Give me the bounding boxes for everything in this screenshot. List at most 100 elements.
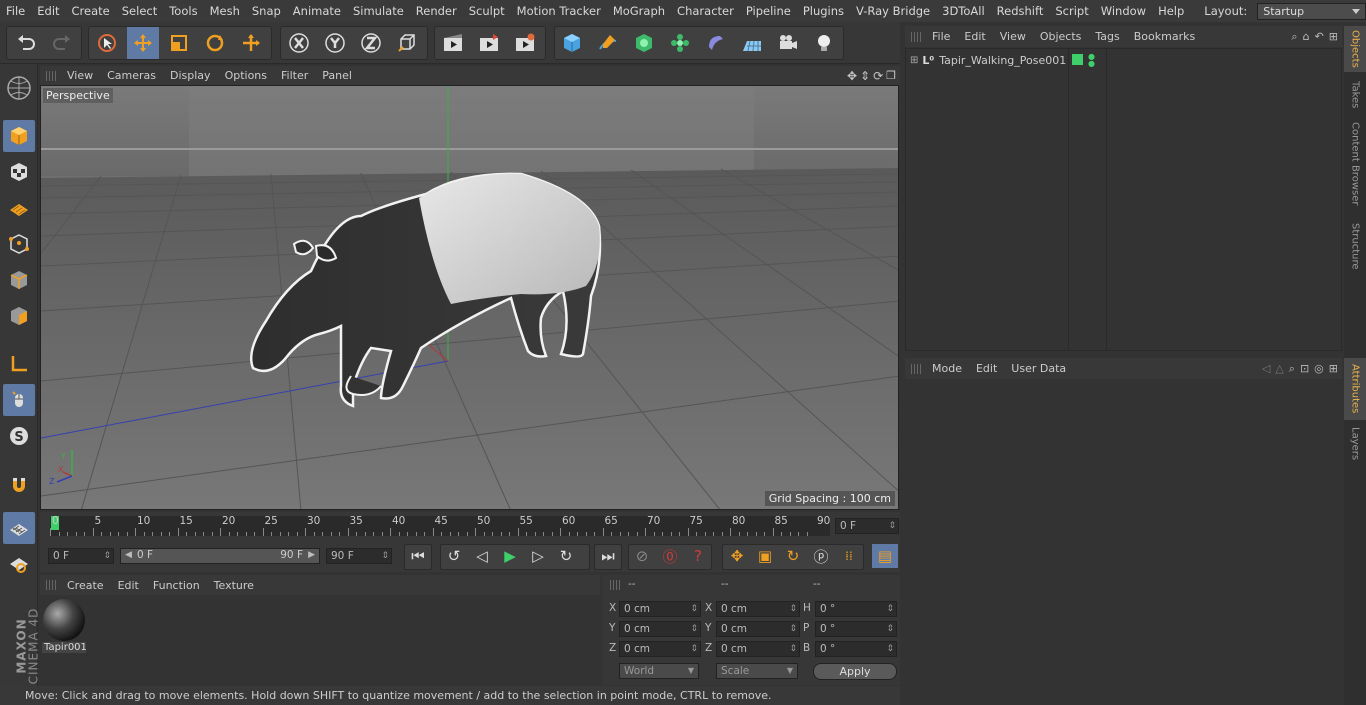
objects-new-window-icon[interactable]: ⊞ bbox=[1329, 30, 1338, 44]
pen-spline-icon[interactable] bbox=[592, 27, 624, 59]
coord-size-x-field[interactable]: 0 cm bbox=[716, 601, 800, 617]
menu-redshift[interactable]: Redshift bbox=[991, 0, 1050, 22]
light-icon[interactable] bbox=[808, 27, 840, 59]
menu-script[interactable]: Script bbox=[1049, 0, 1094, 22]
floor-icon[interactable] bbox=[736, 27, 768, 59]
next-frame-icon[interactable]: ▷ bbox=[525, 544, 551, 568]
locked-workplane-icon[interactable] bbox=[3, 548, 35, 580]
deformer-icon[interactable] bbox=[700, 27, 732, 59]
menu-mograph[interactable]: MoGraph bbox=[607, 0, 671, 22]
render-picture-viewer-icon[interactable] bbox=[473, 27, 505, 59]
tab-attributes[interactable]: Attributes bbox=[1344, 358, 1366, 420]
enable-snap-grid-icon[interactable] bbox=[3, 512, 35, 544]
move-icon[interactable] bbox=[127, 27, 159, 59]
viewport-menu-display[interactable]: Display bbox=[163, 69, 218, 82]
tab-content-browser[interactable]: Content Browser bbox=[1344, 118, 1366, 210]
record-active-objects-icon[interactable]: ⊘ bbox=[629, 544, 655, 568]
attributes-up-icon[interactable]: △ bbox=[1275, 362, 1283, 376]
objects-home-icon[interactable]: ⌂ bbox=[1303, 30, 1310, 44]
attributes-new-window-icon[interactable]: ⊞ bbox=[1329, 362, 1338, 376]
cube-primitive-icon[interactable] bbox=[556, 27, 588, 59]
rotate-icon[interactable] bbox=[199, 27, 231, 59]
tab-objects[interactable]: Objects bbox=[1344, 26, 1366, 72]
menu-window[interactable]: Window bbox=[1095, 0, 1152, 22]
go-to-end-icon[interactable]: ⏭ bbox=[595, 544, 621, 568]
end-frame-field[interactable]: 90 F bbox=[326, 548, 392, 564]
subdivision-surface-icon[interactable] bbox=[628, 27, 660, 59]
record-position-icon[interactable]: ✥ bbox=[724, 544, 750, 568]
render-view-icon[interactable] bbox=[437, 27, 469, 59]
coord-rot-h-field[interactable]: 0 ° bbox=[815, 601, 897, 617]
next-keyframe-icon[interactable]: ↻ bbox=[553, 544, 579, 568]
y-axis-lock-icon[interactable] bbox=[319, 27, 351, 59]
undo-icon[interactable] bbox=[10, 27, 42, 59]
objects-menu-edit[interactable]: Edit bbox=[957, 30, 992, 43]
viewport-maximize-icon[interactable]: ❐ bbox=[886, 69, 896, 83]
objects-menu-objects[interactable]: Objects bbox=[1033, 30, 1089, 43]
material-menu-create[interactable]: Create bbox=[60, 579, 111, 592]
objects-search-icon[interactable]: ⌕ bbox=[1291, 30, 1297, 44]
attributes-back-icon[interactable]: ◁ bbox=[1262, 362, 1270, 376]
material-drag-handle[interactable] bbox=[46, 580, 56, 590]
attributes-target-icon[interactable]: ◎ bbox=[1314, 362, 1324, 376]
perspective-viewport[interactable]: Y X Z Perspective Grid Spacing : 100 cm bbox=[40, 85, 899, 510]
object-row[interactable]: ⊞ L⁰ Tapir_Walking_Pose001 ● ● bbox=[906, 51, 1106, 69]
attributes-menu-user-data[interactable]: User Data bbox=[1004, 362, 1073, 375]
menu-render[interactable]: Render bbox=[410, 0, 463, 22]
previous-keyframe-icon[interactable]: ↺ bbox=[441, 544, 467, 568]
coord-size-y-field[interactable]: 0 cm bbox=[716, 621, 800, 637]
menu-vray-bridge[interactable]: V-Ray Bridge bbox=[850, 0, 936, 22]
scale-icon[interactable] bbox=[163, 27, 195, 59]
menu-3dtoall[interactable]: 3DToAll bbox=[936, 0, 991, 22]
preview-range-slider[interactable]: ◀ 0 F 90 F ▶ bbox=[120, 548, 320, 564]
tweak-mode-icon[interactable] bbox=[3, 384, 35, 416]
menu-sculpt[interactable]: Sculpt bbox=[463, 0, 511, 22]
menu-animate[interactable]: Animate bbox=[287, 0, 347, 22]
camera-label[interactable]: Perspective bbox=[43, 88, 113, 103]
record-rotation-icon[interactable]: ↻ bbox=[780, 544, 806, 568]
attributes-menu-mode[interactable]: Mode bbox=[925, 362, 969, 375]
material-menu-texture[interactable]: Texture bbox=[207, 579, 261, 592]
play-forward-icon[interactable]: ▶ bbox=[497, 544, 523, 568]
coord-pos-z-field[interactable]: 0 cm bbox=[619, 641, 701, 657]
viewport-menu-view[interactable]: View bbox=[60, 69, 100, 82]
menu-plugins[interactable]: Plugins bbox=[797, 0, 850, 22]
redo-icon[interactable] bbox=[46, 27, 78, 59]
viewport-drag-handle[interactable] bbox=[46, 70, 56, 81]
solo-icon[interactable]: S bbox=[3, 420, 35, 452]
tab-structure[interactable]: Structure bbox=[1344, 216, 1366, 276]
keyframe-selection-icon[interactable]: ? bbox=[685, 544, 711, 568]
material-swatch[interactable]: Tapir001 bbox=[42, 598, 87, 656]
coord-system-select[interactable]: World ▼ bbox=[619, 663, 699, 679]
live-selection-icon[interactable] bbox=[91, 27, 123, 59]
z-axis-lock-icon[interactable] bbox=[355, 27, 387, 59]
object-manager-drag-handle[interactable] bbox=[911, 31, 921, 42]
menu-help[interactable]: Help bbox=[1152, 0, 1190, 22]
visibility-dots[interactable]: ● ● bbox=[1088, 53, 1095, 68]
menu-select[interactable]: Select bbox=[116, 0, 163, 22]
axis-mode-icon[interactable] bbox=[3, 348, 35, 380]
material-menu-function[interactable]: Function bbox=[146, 579, 207, 592]
viewport-pan-icon[interactable]: ✥ bbox=[847, 69, 857, 83]
autokeying-icon[interactable]: ⓪ bbox=[657, 544, 683, 568]
edges-mode-icon[interactable] bbox=[3, 264, 35, 296]
x-axis-lock-icon[interactable] bbox=[283, 27, 315, 59]
object-name[interactable]: Tapir_Walking_Pose001 bbox=[939, 54, 1066, 67]
viewport-menu-options[interactable]: Options bbox=[218, 69, 274, 82]
viewport-menu-cameras[interactable]: Cameras bbox=[100, 69, 163, 82]
record-parameter-icon[interactable]: ⓟ bbox=[808, 544, 834, 568]
cloner-icon[interactable] bbox=[664, 27, 696, 59]
attributes-search-icon[interactable]: ⌕ bbox=[1289, 362, 1295, 376]
viewport-dolly-icon[interactable]: ⇕ bbox=[860, 69, 870, 83]
coord-drag-handle[interactable] bbox=[610, 580, 620, 590]
coord-size-mode-select[interactable]: Scale ▼ bbox=[716, 663, 798, 679]
previous-frame-icon[interactable]: ◁ bbox=[469, 544, 495, 568]
polygons-mode-icon[interactable] bbox=[3, 300, 35, 332]
record-point-level-icon[interactable]: ⁞⁞ bbox=[836, 544, 862, 568]
coordinate-system-icon[interactable] bbox=[391, 27, 423, 59]
render-settings-icon[interactable] bbox=[509, 27, 541, 59]
attribute-drag-handle[interactable] bbox=[911, 363, 921, 374]
objects-back-icon[interactable]: ↶ bbox=[1315, 30, 1324, 44]
start-frame-field[interactable]: 0 F bbox=[48, 548, 114, 564]
viewport-menu-filter[interactable]: Filter bbox=[274, 69, 315, 82]
